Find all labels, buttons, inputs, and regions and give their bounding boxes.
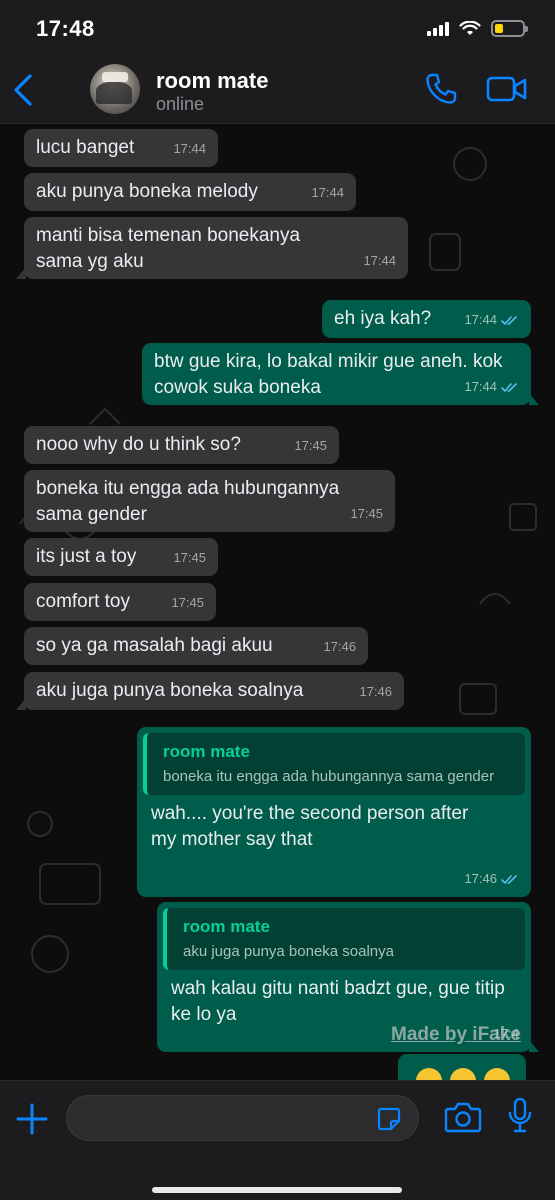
sticker-icon[interactable] <box>376 1106 402 1132</box>
message-time: 17:45 <box>173 550 206 565</box>
status-icons <box>427 20 528 37</box>
quoted-text: aku juga punya boneka soalnya <box>183 943 394 960</box>
message-time: 17:44 <box>363 253 396 268</box>
double-check-icon <box>501 874 517 884</box>
grinning-emoji-icon <box>484 1068 510 1080</box>
contact-status: online <box>156 94 205 114</box>
signal-icon <box>427 21 449 36</box>
message-time: 17:44 <box>173 141 206 156</box>
message-time: 17:44 <box>464 374 519 400</box>
back-chevron-icon[interactable] <box>10 72 40 108</box>
message-time: 17:44 <box>311 185 344 200</box>
phone-icon[interactable] <box>424 72 458 106</box>
message-text: aku juga punya boneka soalnya <box>36 680 304 701</box>
message-incoming[interactable]: lucu banget 17:44 <box>24 129 218 167</box>
home-indicator <box>152 1187 402 1193</box>
grinning-emoji-icon <box>416 1068 442 1080</box>
message-text: btw gue kira, lo bakal mikir gue aneh. k… <box>154 351 503 398</box>
message-time: 17:45 <box>350 506 383 521</box>
message-incoming[interactable]: nooo why do u think so? 17:45 <box>24 426 339 464</box>
message-outgoing[interactable]: btw gue kira, lo bakal mikir gue aneh. k… <box>142 343 539 405</box>
message-input[interactable] <box>66 1095 419 1141</box>
status-bar: 17:48 <box>0 0 555 56</box>
message-text: wah.... you're the second person after m… <box>151 803 469 850</box>
message-time: 17:45 <box>171 595 204 610</box>
status-time: 17:48 <box>36 16 95 41</box>
chat-area[interactable]: lucu banget 17:44 aku punya boneka melod… <box>0 124 555 1080</box>
message-time: 17:46 <box>359 684 392 699</box>
wifi-icon <box>459 20 481 35</box>
message-text: manti bisa temenan bonekanya sama yg aku <box>36 225 301 272</box>
quoted-message[interactable]: room mate aku juga punya boneka soalnya <box>163 908 525 970</box>
message-incoming[interactable]: so ya ga masalah bagi akuu 17:46 <box>24 627 368 665</box>
message-outgoing[interactable]: eh iya kah? 17:44 <box>322 300 531 338</box>
double-check-icon <box>501 315 517 325</box>
avatar[interactable] <box>90 64 140 114</box>
message-input-bar <box>0 1080 555 1200</box>
message-incoming[interactable]: comfort toy 17:45 <box>24 583 216 621</box>
message-text: its just a toy <box>36 546 137 567</box>
microphone-icon[interactable] <box>506 1097 534 1135</box>
contact-name[interactable]: room mate <box>156 68 268 94</box>
quoted-text: boneka itu engga ada hubungannya sama ge… <box>163 768 495 785</box>
message-incoming[interactable]: manti bisa temenan bonekanya sama yg aku… <box>16 217 408 279</box>
message-text: boneka itu engga ada hubungannya sama ge… <box>36 478 340 525</box>
message-text: comfort toy <box>36 591 130 612</box>
message-incoming[interactable]: aku punya boneka melody 17:44 <box>24 173 356 211</box>
plus-icon[interactable] <box>14 1101 50 1137</box>
message-incoming[interactable]: aku juga punya boneka soalnya 17:46 <box>16 672 404 710</box>
message-time: 17:46 <box>323 639 356 654</box>
message-time: 17:44 <box>464 307 519 333</box>
double-check-icon <box>501 382 517 392</box>
message-outgoing-emoji[interactable] <box>398 1054 526 1080</box>
quoted-author: room mate <box>163 742 250 761</box>
message-text: wah kalau gitu nanti badzt gue, gue titi… <box>171 978 505 1025</box>
message-time: 17:45 <box>294 438 327 453</box>
quoted-message[interactable]: room mate boneka itu engga ada hubungann… <box>143 733 525 795</box>
message-time: 17:46 <box>464 866 519 892</box>
message-text: so ya ga masalah bagi akuu <box>36 635 273 656</box>
message-text: nooo why do u think so? <box>36 434 241 455</box>
message-incoming[interactable]: boneka itu engga ada hubungannya sama ge… <box>24 470 395 532</box>
video-camera-icon[interactable] <box>486 74 528 104</box>
grinning-emoji-icon <box>450 1068 476 1080</box>
message-incoming[interactable]: its just a toy 17:45 <box>24 538 218 576</box>
watermark: Made by iFake <box>391 1024 521 1045</box>
quoted-author: room mate <box>183 917 270 936</box>
message-text: aku punya boneka melody <box>36 181 258 202</box>
message-text: lucu banget <box>36 137 135 158</box>
camera-icon[interactable] <box>444 1101 482 1133</box>
message-text: eh iya kah? <box>334 308 432 329</box>
chat-header: room mate online <box>0 56 555 124</box>
message-outgoing-reply[interactable]: room mate boneka itu engga ada hubungann… <box>137 727 531 897</box>
battery-icon <box>491 20 528 37</box>
